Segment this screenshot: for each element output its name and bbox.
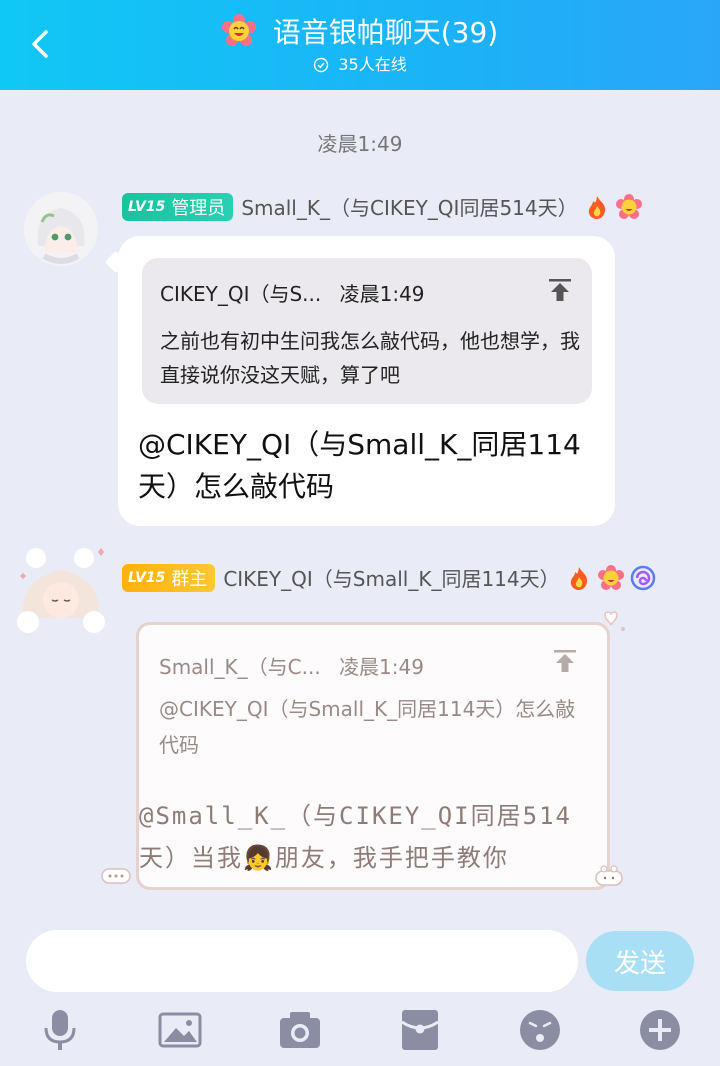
message-bubble[interactable]: Small_K_（与C... 凌晨1:49 @CIKEY_QI（与Small_K… bbox=[101, 611, 625, 890]
microphone-icon[interactable] bbox=[38, 1008, 82, 1052]
sender-name[interactable]: Small_K_（与CIKEY_QI同居514天） bbox=[241, 192, 577, 221]
chat-title[interactable]: 语音银帕聊天(39) bbox=[0, 14, 720, 51]
jump-to-top-icon[interactable] bbox=[551, 647, 579, 675]
time-divider: 凌晨1:49 bbox=[317, 132, 403, 156]
sender-line: LV15 管理员 Small_K_（与CIKEY_QI同居514天） bbox=[122, 192, 642, 221]
fire-icon bbox=[570, 566, 587, 590]
message-text: @CIKEY_QI（与Small_K_同居114天）怎么敲代码 bbox=[138, 428, 581, 503]
online-check-icon bbox=[314, 57, 329, 73]
camera-icon[interactable] bbox=[278, 1008, 322, 1052]
level-badge: LV15 bbox=[128, 569, 166, 586]
chat-title-text: 语音银帕聊天(39) bbox=[272, 16, 499, 49]
bunny-decoration-icon bbox=[595, 865, 623, 886]
level-badge: LV15 bbox=[128, 198, 166, 215]
message-input[interactable] bbox=[26, 930, 578, 992]
cloud-decoration-icon bbox=[101, 868, 131, 884]
chat-header: 语音银帕聊天(39) 35人在线 bbox=[0, 0, 720, 90]
anime-avatar-image bbox=[24, 192, 98, 266]
reply-quote[interactable]: Small_K_（与C... 凌晨1:49 @CIKEY_QI（与Small_K… bbox=[139, 625, 607, 775]
reply-quote[interactable]: CIKEY_QI（与S... 凌晨1:49 之前也有初中生问我怎么敲代码，他也想… bbox=[142, 258, 592, 404]
toolbar bbox=[0, 1008, 720, 1058]
cute-bunny-avatar-image bbox=[14, 540, 108, 640]
quote-header: CIKEY_QI（与S... 凌晨1:49 bbox=[160, 278, 425, 307]
input-area: 发送 bbox=[0, 912, 720, 1066]
send-button[interactable]: 发送 bbox=[586, 931, 694, 991]
quote-text: @CIKEY_QI（与Small_K_同居114天）怎么敲代码 bbox=[159, 697, 576, 757]
admin-badge: LV15 管理员 bbox=[122, 192, 234, 221]
message-text: @Small_K_（与CIKEY_QI同居514天）当我👧朋友，我手把手教你 bbox=[139, 802, 572, 872]
plus-icon[interactable] bbox=[638, 1008, 682, 1052]
message-bubble[interactable]: CIKEY_QI（与S... 凌晨1:49 之前也有初中生问我怎么敲代码，他也想… bbox=[118, 236, 615, 526]
flower-smiley-icon bbox=[597, 564, 624, 590]
owner-badge: LV15 群主 bbox=[122, 563, 216, 592]
quote-text: 之前也有初中生问我怎么敲代码，他也想学，我直接说你没这天赋，算了吧 bbox=[160, 329, 580, 387]
flower-smiley-icon bbox=[221, 14, 256, 46]
image-icon[interactable] bbox=[158, 1008, 202, 1052]
quote-time: 凌晨1:49 bbox=[339, 282, 425, 306]
quote-author: Small_K_（与C... bbox=[159, 655, 321, 679]
quote-time: 凌晨1:49 bbox=[339, 655, 424, 679]
sender-name[interactable]: CIKEY_QI（与Small_K_同居114天） bbox=[223, 563, 559, 592]
role-label: 群主 bbox=[171, 568, 208, 590]
flower-smiley-icon bbox=[615, 193, 642, 219]
fire-icon bbox=[588, 195, 605, 219]
avatar[interactable] bbox=[14, 540, 108, 640]
online-count: 35人在线 bbox=[338, 55, 407, 74]
online-status: 35人在线 bbox=[0, 54, 720, 76]
avatar[interactable] bbox=[24, 192, 98, 266]
red-packet-icon[interactable] bbox=[398, 1008, 442, 1052]
jump-to-top-icon[interactable] bbox=[546, 276, 574, 304]
quote-author: CIKEY_QI（与S... bbox=[160, 282, 322, 306]
sender-line: LV15 群主 CIKEY_QI（与Small_K_同居114天） bbox=[122, 563, 656, 592]
quote-header: Small_K_（与C... 凌晨1:49 bbox=[159, 651, 424, 680]
swirl-icon bbox=[630, 565, 655, 590]
role-label: 管理员 bbox=[171, 197, 226, 219]
emoji-icon[interactable] bbox=[518, 1008, 562, 1052]
